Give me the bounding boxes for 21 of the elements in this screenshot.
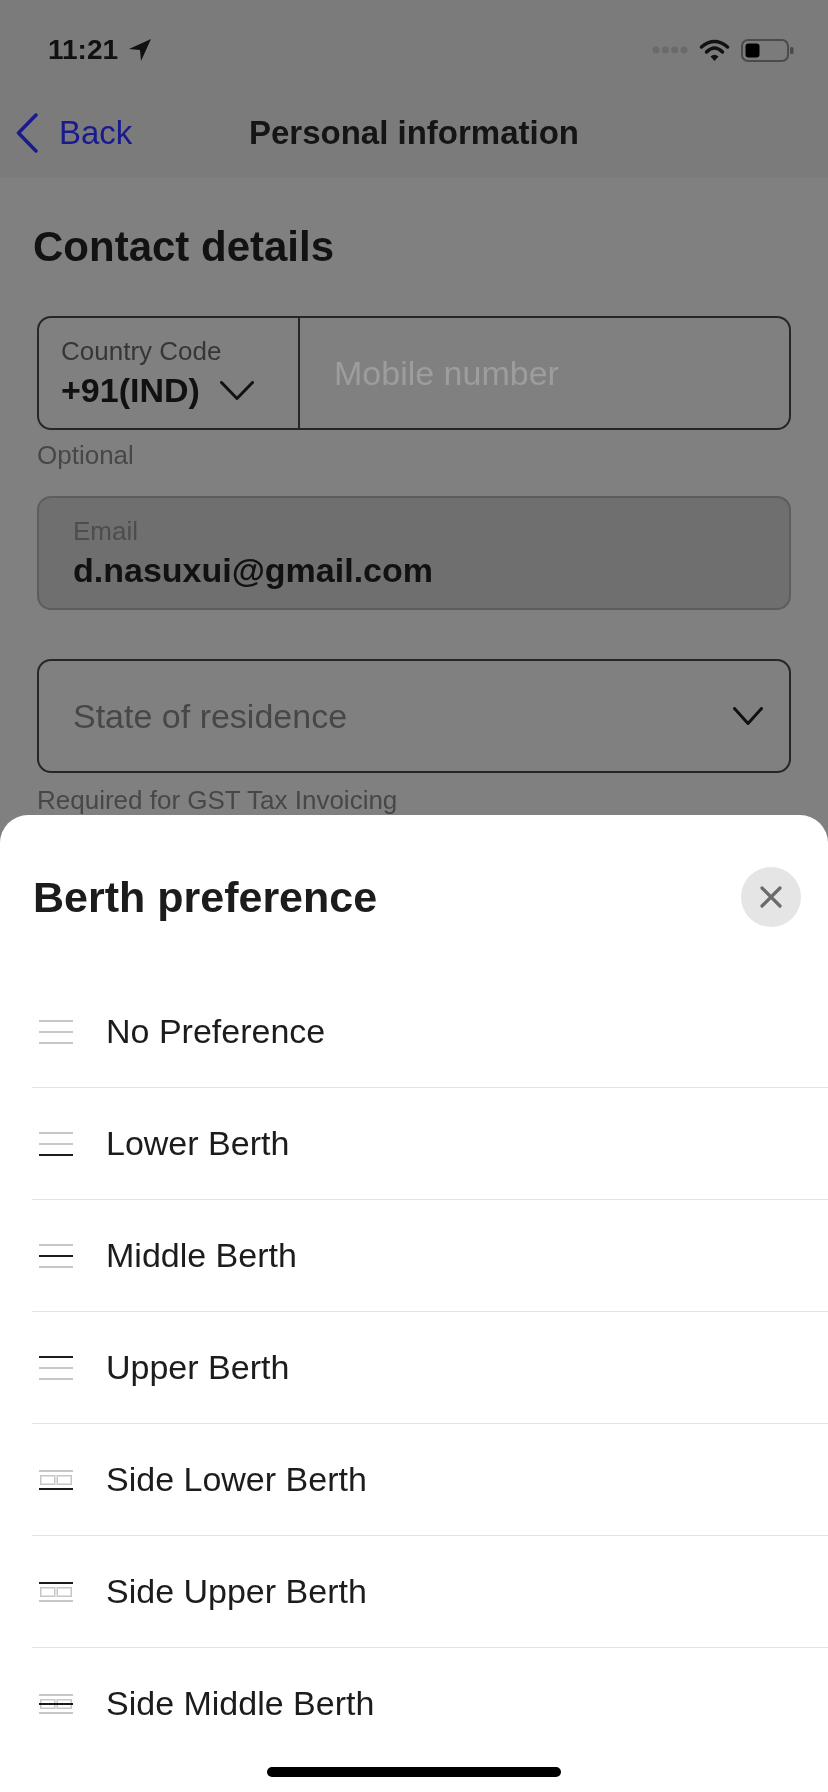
chevron-down-icon	[219, 380, 254, 400]
berth-option[interactable]: Side Middle Berth	[32, 1648, 828, 1759]
berth-option[interactable]: No Preference	[32, 976, 828, 1088]
status-time: 11:21	[48, 34, 119, 66]
chevron-down-icon	[733, 707, 763, 725]
close-icon	[760, 886, 782, 908]
hint-text: Optional	[37, 440, 134, 470]
wifi-icon	[699, 38, 730, 62]
section-heading: Contact details	[33, 222, 335, 272]
chevron-left-icon	[16, 113, 38, 153]
hint-text: Required for GST Tax Invoicing	[37, 787, 398, 813]
country-code-select[interactable]: Country Code +91(IND)	[37, 316, 300, 430]
berth-option[interactable]: Middle Berth	[32, 1200, 828, 1312]
battery-icon	[741, 38, 794, 62]
berth-option[interactable]: Side Lower Berth	[32, 1424, 828, 1536]
berth-option[interactable]: Lower Berth	[32, 1088, 828, 1200]
sheet-title: Berth preference	[33, 872, 378, 922]
berth-option[interactable]: Upper Berth	[32, 1312, 828, 1424]
location-arrow-icon	[128, 38, 153, 62]
screen-title: Personal information	[248, 113, 580, 153]
berth-option[interactable]: Side Upper Berth	[32, 1536, 828, 1648]
